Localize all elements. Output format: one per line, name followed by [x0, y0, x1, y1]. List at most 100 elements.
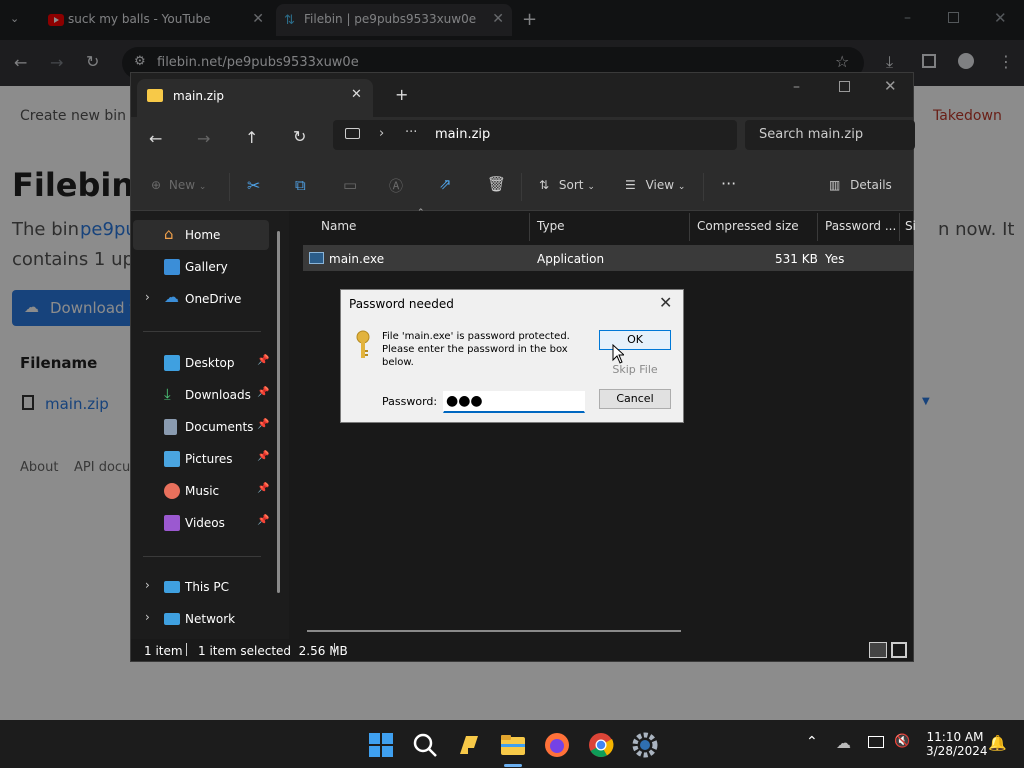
expand-chevron-icon[interactable]: › — [145, 290, 150, 304]
up-arrow-icon[interactable]: ↑ — [245, 128, 258, 147]
search-placeholder: Search main.zip — [759, 127, 864, 142]
minimize-icon[interactable]: – — [793, 79, 800, 95]
details-button[interactable]: ▥ Details — [829, 178, 892, 192]
start-windows-icon[interactable] — [368, 732, 394, 758]
skip-file-button[interactable]: Skip File — [599, 360, 671, 380]
status-divider — [186, 643, 187, 656]
new-button[interactable]: ⊕ New ⌄ — [151, 178, 206, 192]
view-icon: ☰ — [625, 178, 636, 192]
volume-muted-icon[interactable]: 🔇 — [894, 734, 910, 749]
details-pane-icon: ▥ — [829, 178, 841, 192]
navigation-pane: ⌂ Home Gallery › ☁ OneDrive Desktop 📌 ⤓ … — [131, 211, 289, 639]
downloads-icon: ⤓ — [164, 385, 171, 403]
expand-chevron-icon[interactable]: › — [145, 578, 150, 592]
nav-divider — [143, 556, 261, 557]
delete-icon[interactable]: 🗑 — [487, 175, 506, 193]
breadcrumb-overflow-icon[interactable]: ··· — [405, 125, 417, 140]
forward-arrow-icon[interactable]: → — [197, 129, 210, 148]
network-status-icon[interactable] — [868, 736, 884, 748]
nav-item-onedrive[interactable]: › ☁ OneDrive — [133, 284, 269, 314]
settings-gear-icon[interactable] — [632, 732, 658, 758]
column-divider — [817, 213, 818, 241]
onedrive-cloud-icon: ☁ — [164, 288, 179, 306]
pin-icon: 📌 — [257, 355, 270, 366]
explorer-tab-title: main.zip — [173, 89, 225, 103]
sort-button[interactable]: ⇅ Sort ⌄ — [539, 178, 595, 192]
nav-pane-scrollbar[interactable] — [277, 231, 280, 593]
onedrive-status-icon[interactable]: ☁ — [836, 734, 851, 752]
nav-item-music[interactable]: Music 📌 — [133, 476, 269, 506]
pin-icon: 📌 — [257, 483, 270, 494]
sort-icon: ⇅ — [539, 178, 550, 192]
home-icon: ⌂ — [164, 225, 174, 243]
sort-button-label: Sort — [558, 178, 584, 192]
cmd-separator — [229, 173, 230, 201]
nav-item-gallery[interactable]: Gallery — [133, 252, 269, 282]
dialog-title: Password needed — [349, 297, 454, 311]
nav-item-label: OneDrive — [185, 292, 242, 306]
horizontal-scrollbar[interactable] — [307, 630, 681, 632]
view-button[interactable]: ☰ View ⌄ — [625, 178, 685, 192]
chevron-up-icon[interactable]: ⌃ — [806, 734, 818, 750]
view-button-label: View — [645, 178, 675, 192]
expand-chevron-icon[interactable]: › — [145, 610, 150, 624]
nav-item-this-pc[interactable]: › This PC — [133, 572, 269, 602]
clock-date: 3/28/2024 — [926, 744, 988, 758]
nav-item-label: Network — [185, 612, 236, 626]
file-explorer-icon[interactable] — [500, 732, 526, 758]
status-divider — [334, 643, 335, 656]
address-bar[interactable]: › ··· main.zip — [333, 120, 737, 150]
nav-item-label: Documents — [185, 420, 254, 434]
firefox-icon[interactable] — [544, 732, 570, 758]
details-view-icon[interactable] — [869, 642, 887, 658]
search-box[interactable]: Search main.zip — [745, 120, 915, 150]
pin-icon: 📌 — [257, 451, 270, 462]
pin-icon: 📌 — [257, 419, 270, 430]
tiles-view-icon[interactable] — [891, 642, 907, 658]
cut-icon[interactable]: ✂ — [247, 176, 260, 195]
maximize-icon[interactable] — [839, 81, 850, 92]
search-icon[interactable] — [412, 732, 438, 758]
column-header-compressed-size[interactable]: Compressed size — [697, 219, 799, 233]
more-options-icon[interactable]: ··· — [721, 174, 736, 193]
new-button-label: New — [168, 178, 196, 192]
cmd-separator — [703, 173, 704, 201]
nav-item-desktop[interactable]: Desktop 📌 — [133, 348, 269, 378]
nav-item-network[interactable]: › Network — [133, 604, 269, 634]
chrome-icon[interactable] — [588, 732, 614, 758]
system-clock[interactable]: 11:10 AM 3/28/2024 — [926, 730, 988, 758]
gallery-icon — [164, 259, 180, 275]
refresh-icon[interactable]: ↻ — [293, 127, 306, 146]
pin-icon: 📌 — [257, 515, 270, 526]
column-header-password[interactable]: Password ... — [825, 219, 896, 233]
nav-item-videos[interactable]: Videos 📌 — [133, 508, 269, 538]
nav-item-label: This PC — [185, 580, 229, 594]
sort-indicator-icon: ⌃ — [417, 208, 425, 218]
nav-item-downloads[interactable]: ⤓ Downloads 📌 — [133, 380, 269, 410]
paste-icon[interactable]: ▭ — [343, 176, 357, 194]
notification-bell-icon[interactable]: 🔔 — [988, 734, 1007, 752]
column-header-size[interactable]: Si — [905, 219, 916, 233]
table-row[interactable] — [303, 245, 913, 271]
explorer-tab[interactable]: main.zip ✕ — [137, 79, 373, 117]
back-arrow-icon[interactable]: ← — [149, 129, 162, 148]
cancel-button[interactable]: Cancel — [599, 389, 671, 409]
nav-item-home[interactable]: ⌂ Home — [133, 220, 269, 250]
close-icon[interactable]: ✕ — [659, 293, 672, 312]
close-tab-icon[interactable]: ✕ — [351, 87, 362, 102]
ok-button[interactable]: OK — [599, 330, 671, 350]
password-input[interactable]: ●●● — [443, 391, 585, 413]
rename-icon[interactable]: Ⓐ — [389, 176, 403, 196]
new-tab-icon[interactable]: + — [395, 85, 408, 104]
nav-item-documents[interactable]: Documents 📌 — [133, 412, 269, 442]
share-icon[interactable]: ⇗ — [439, 175, 452, 193]
copilot-pre-icon[interactable] — [456, 732, 482, 758]
nav-item-label: Home — [185, 228, 221, 242]
column-header-type[interactable]: Type — [537, 219, 565, 233]
copy-icon[interactable]: ⧉ — [295, 176, 306, 194]
nav-item-label: Downloads — [185, 388, 251, 402]
column-header-name[interactable]: Name — [321, 219, 356, 233]
close-window-icon[interactable]: ✕ — [884, 77, 897, 95]
nav-item-pictures[interactable]: Pictures 📌 — [133, 444, 269, 474]
pin-icon: 📌 — [257, 387, 270, 398]
